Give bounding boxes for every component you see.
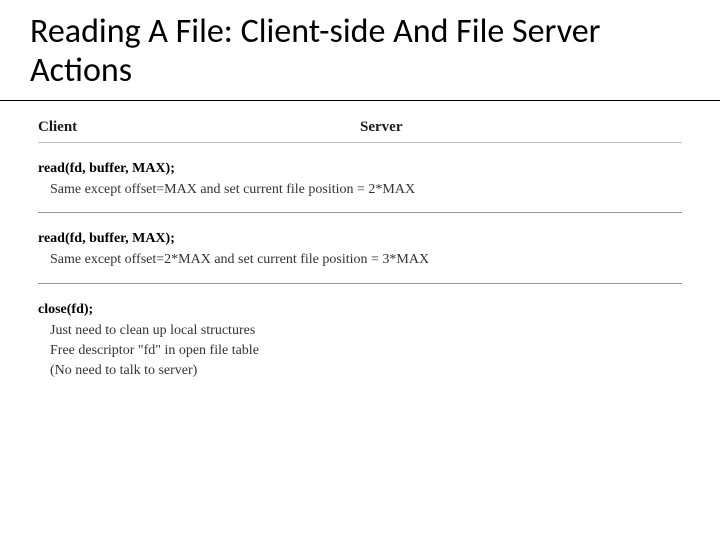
section-read-1: read(fd, buffer, MAX); Same except offse…	[38, 161, 682, 213]
syscall-line: read(fd, buffer, MAX);	[38, 161, 682, 177]
syscall-line: read(fd, buffer, MAX);	[38, 231, 682, 247]
slide-content: Client Server read(fd, buffer, MAX); Sam…	[0, 119, 720, 393]
column-header-client: Client	[38, 119, 360, 136]
column-header-row: Client Server	[38, 119, 682, 143]
column-header-server: Server	[360, 119, 682, 136]
body-line: Same except offset=MAX and set current f…	[38, 180, 682, 200]
body-line: Free descriptor "fd" in open file table	[38, 341, 682, 361]
slide-title: Reading A File: Client-side And File Ser…	[0, 0, 720, 101]
syscall-line: close(fd);	[38, 302, 682, 318]
body-line: Just need to clean up local structures	[38, 321, 682, 341]
body-line: (No need to talk to server)	[38, 361, 682, 381]
section-read-2: read(fd, buffer, MAX); Same except offse…	[38, 231, 682, 283]
body-line: Same except offset=2*MAX and set current…	[38, 250, 682, 270]
section-close: close(fd); Just need to clean up local s…	[38, 302, 682, 394]
